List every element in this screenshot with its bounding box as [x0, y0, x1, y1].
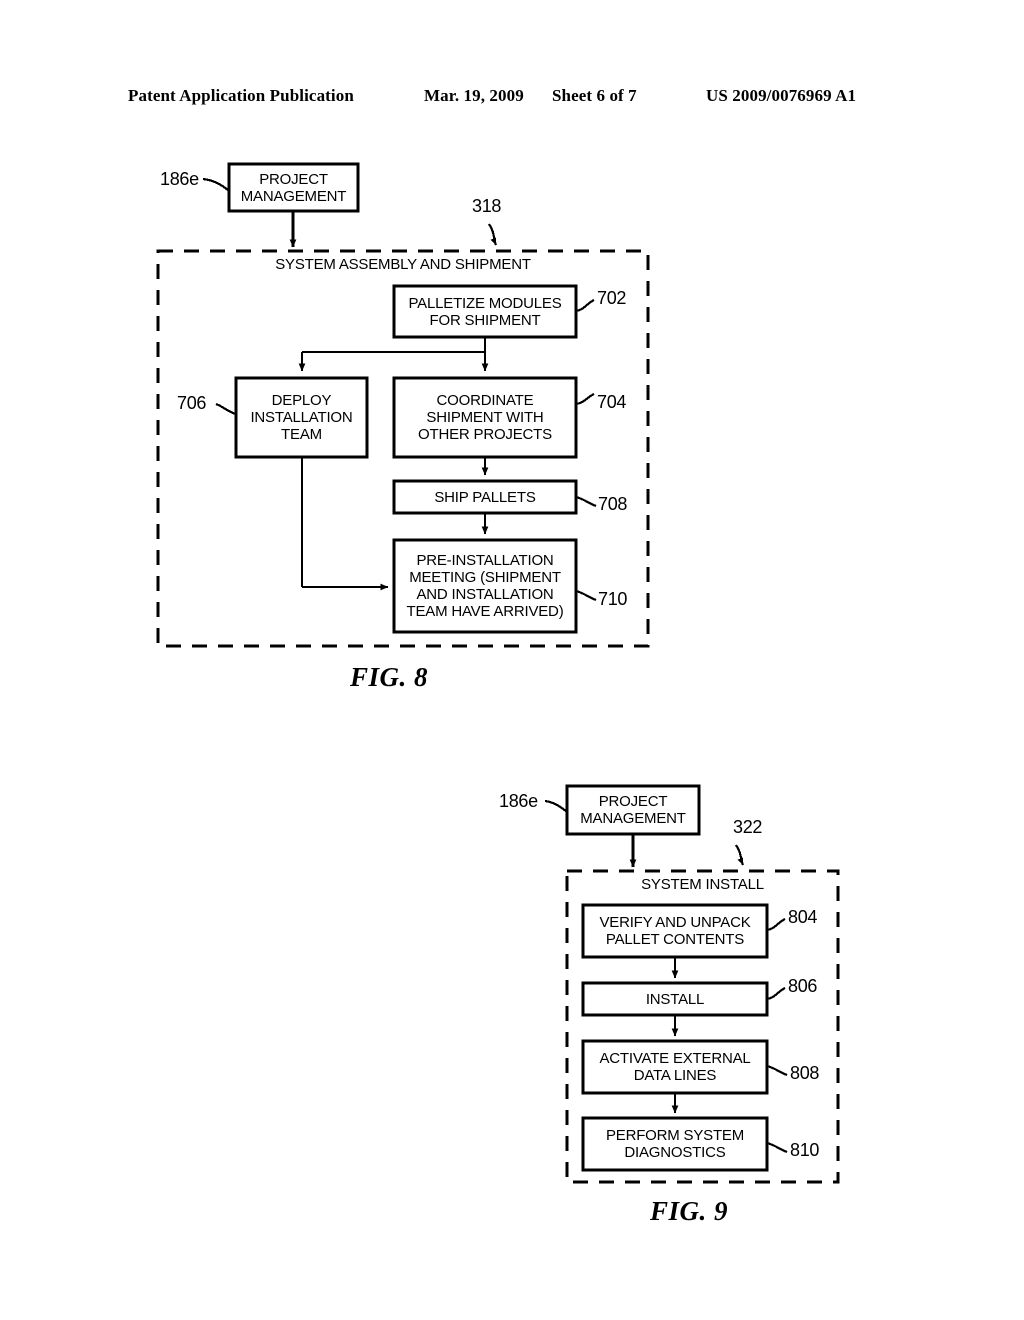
group-title-system-assembly: SYSTEM ASSEMBLY AND SHIPMENT	[275, 256, 531, 273]
node-verify-unpack-pallet: VERIFY AND UNPACK PALLET CONTENTS	[599, 914, 751, 948]
node-activate-external-data-lines: ACTIVATE EXTERNAL DATA LINES	[599, 1050, 751, 1084]
node-perform-system-diagnostics: PERFORM SYSTEM DIAGNOSTICS	[605, 1127, 745, 1161]
ref-708: 708	[598, 494, 628, 514]
ref-186e-fig9: 186e	[499, 791, 538, 811]
ref-710: 710	[598, 589, 628, 609]
ref-702: 702	[597, 288, 627, 308]
ref-806: 806	[788, 976, 818, 996]
node-project-management-fig8: PROJECT MANAGEMENT	[240, 170, 347, 205]
node-palletize-modules: PALLETIZE MODULES FOR SHIPMENT	[408, 294, 562, 329]
node-coordinate-shipment: COORDINATE SHIPMENT WITH OTHER PROJECTS	[418, 392, 552, 443]
ref-186e-fig8: 186e	[160, 169, 199, 189]
ref-810: 810	[790, 1140, 820, 1160]
ref-704: 704	[597, 392, 627, 412]
ref-808: 808	[790, 1063, 820, 1083]
figure-caption-8: FIG. 8	[350, 662, 429, 692]
group-title-system-install: SYSTEM INSTALL	[641, 876, 764, 893]
flowchart-linework	[156, 162, 840, 1184]
ref-706: 706	[177, 393, 207, 413]
ref-804: 804	[788, 907, 818, 927]
node-ship-pallets: SHIP PALLETS	[434, 488, 536, 506]
node-pre-installation-meeting: PRE-INSTALLATION MEETING (SHIPMENT AND I…	[406, 552, 564, 620]
ref-318-group-fig8: 318	[472, 196, 502, 216]
figure-canvas	[0, 0, 1024, 1320]
node-install: INSTALL	[645, 990, 705, 1008]
node-deploy-installation-team: DEPLOY INSTALLATION TEAM	[250, 392, 353, 443]
figure-caption-9: FIG. 9	[650, 1196, 729, 1226]
ref-322-group-fig9: 322	[733, 817, 763, 837]
node-project-management-fig9: PROJECT MANAGEMENT	[580, 793, 686, 827]
